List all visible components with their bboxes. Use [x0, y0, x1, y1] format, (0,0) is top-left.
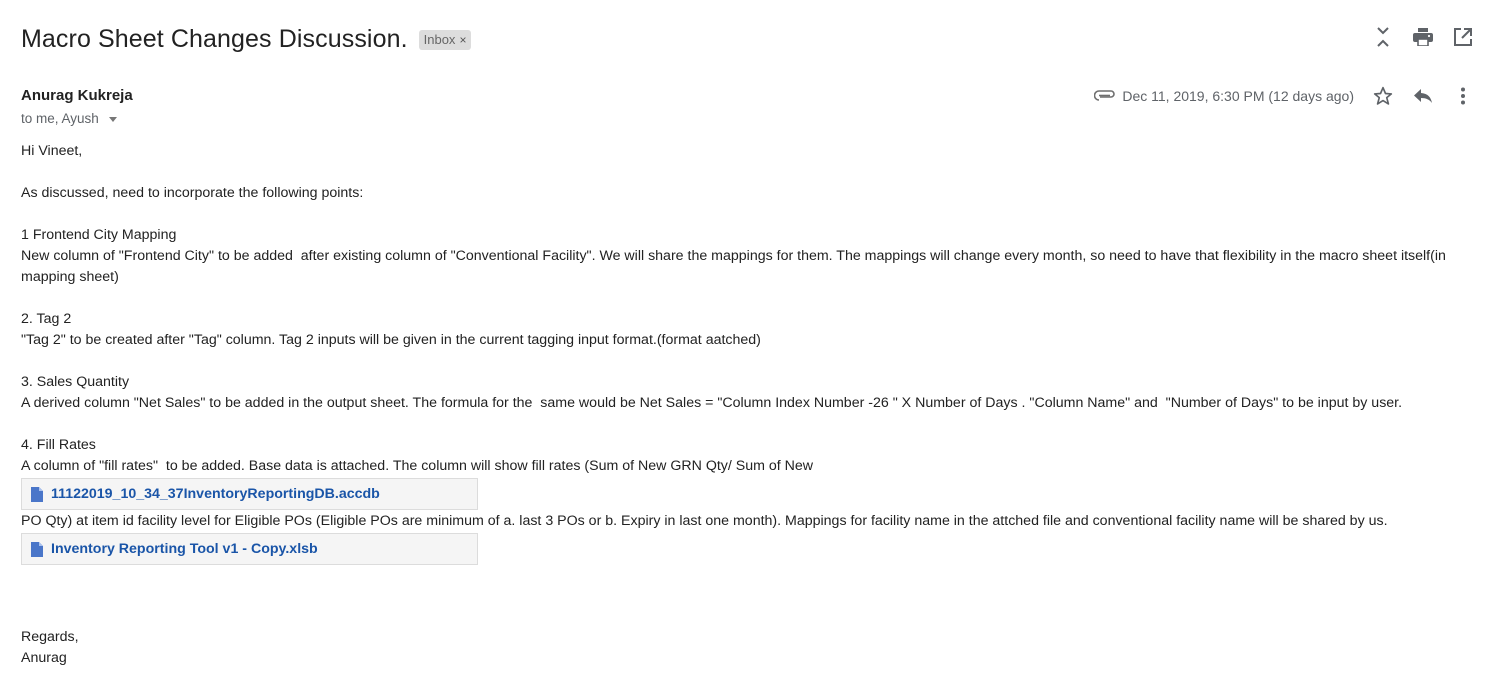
print-icon[interactable] — [1412, 26, 1434, 48]
point-2-text: "Tag 2" to be created after "Tag" column… — [21, 332, 761, 348]
open-in-new-icon[interactable] — [1452, 26, 1474, 48]
attachment-chip[interactable]: 11122019_10_34_37InventoryReportingDB.ac… — [21, 478, 478, 510]
point-3-text: A derived column "Net Sales" to be added… — [21, 395, 1403, 411]
point-4-text-b: PO Qty) at item id facility level for El… — [21, 513, 1388, 529]
label-chip-text: Inbox — [423, 32, 456, 47]
inbox-label-chip[interactable]: Inbox × — [418, 30, 472, 50]
intro-text: As discussed, need to incorporate the fo… — [21, 185, 364, 201]
message-date: Dec 11, 2019, 6:30 PM (12 days ago) — [1122, 88, 1354, 104]
more-vert-icon[interactable] — [1452, 85, 1474, 107]
recipients-text: to me, Ayush — [21, 111, 99, 126]
paperclip-icon — [1094, 88, 1116, 104]
reply-icon[interactable] — [1412, 85, 1434, 107]
file-icon — [31, 541, 43, 557]
attachment-name[interactable]: 11122019_10_34_37InventoryReportingDB.ac… — [51, 484, 380, 505]
unfold-icon[interactable] — [1372, 26, 1394, 48]
recipients-toggle[interactable]: to me, Ayush — [21, 111, 117, 126]
thread-actions — [1372, 26, 1474, 48]
date-group: Dec 11, 2019, 6:30 PM (12 days ago) — [1094, 88, 1354, 104]
subject-row: Macro Sheet Changes Discussion. Inbox × — [21, 22, 472, 56]
point-2-title: 2. Tag 2 — [21, 311, 72, 327]
point-3-title: 3. Sales Quantity — [21, 374, 130, 390]
point-1-text: New column of "Frontend City" to be adde… — [21, 248, 1450, 285]
message-meta: Dec 11, 2019, 6:30 PM (12 days ago) — [1094, 85, 1474, 107]
star-icon[interactable] — [1372, 85, 1394, 107]
attachment-name[interactable]: Inventory Reporting Tool v1 - Copy.xlsb — [51, 539, 318, 560]
chevron-down-icon[interactable] — [108, 116, 117, 122]
email-subject: Macro Sheet Changes Discussion. — [21, 24, 408, 53]
file-icon — [31, 486, 43, 502]
sender-name[interactable]: Anurag Kukreja — [21, 87, 133, 104]
point-1-title: 1 Frontend City Mapping — [21, 227, 177, 243]
message-body: Hi Vineet, As discussed, need to incorpo… — [21, 141, 1461, 566]
signoff: Regards, Anurag — [21, 627, 79, 669]
attachment-chip[interactable]: Inventory Reporting Tool v1 - Copy.xlsb — [21, 533, 478, 565]
point-4-text-a: A column of "fill rates" to be added. Ba… — [21, 458, 814, 474]
remove-label-icon[interactable]: × — [459, 33, 466, 47]
email-view: Macro Sheet Changes Discussion. Inbox × — [0, 0, 1488, 691]
point-4-title: 4. Fill Rates — [21, 437, 96, 453]
signoff-line-1: Regards, — [21, 629, 79, 645]
greeting: Hi Vineet, — [21, 143, 83, 159]
signoff-line-2: Anurag — [21, 650, 67, 666]
